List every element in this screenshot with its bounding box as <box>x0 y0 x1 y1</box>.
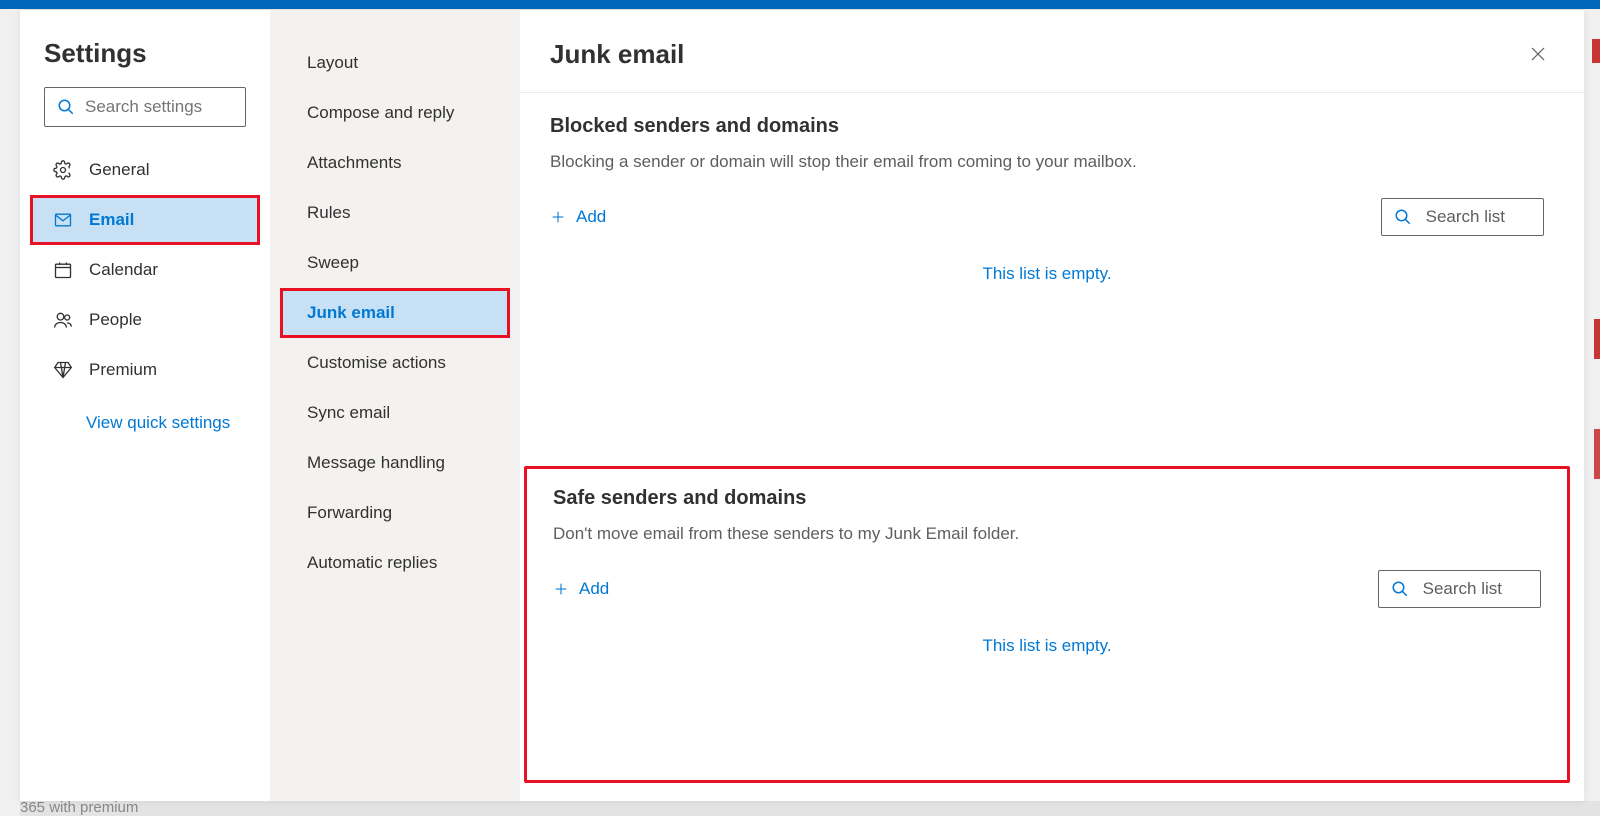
safe-senders-section: Safe senders and domains Don't move emai… <box>524 466 1570 783</box>
gear-icon <box>53 160 73 180</box>
people-icon <box>53 310 73 330</box>
blocked-heading: Blocked senders and domains <box>550 115 1544 138</box>
sidebar-item-label: People <box>89 310 142 330</box>
sidebar-item-label: Email <box>89 210 134 230</box>
content-scroll-area[interactable]: Blocked senders and domains Blocking a s… <box>520 93 1584 801</box>
sidebar-item-premium[interactable]: Premium <box>30 345 260 395</box>
blocked-add-button[interactable]: Add <box>550 207 606 227</box>
mail-icon <box>53 210 73 230</box>
settings-content: Junk email Blocked senders and domains B… <box>520 10 1584 801</box>
safe-heading: Safe senders and domains <box>553 487 1541 510</box>
settings-subnav: Layout Compose and reply Attachments Rul… <box>270 10 520 801</box>
add-label: Add <box>576 207 606 227</box>
background-right-edge <box>1584 9 1600 801</box>
search-list-placeholder: Search list <box>1423 579 1502 599</box>
plus-icon <box>550 209 566 225</box>
search-icon <box>1391 580 1409 598</box>
subnav-item-junk-email[interactable]: Junk email <box>280 288 510 338</box>
search-list-placeholder: Search list <box>1426 207 1505 227</box>
blocked-list-area <box>550 312 1544 442</box>
content-title: Junk email <box>550 39 684 70</box>
sidebar-item-email[interactable]: Email <box>30 195 260 245</box>
close-icon <box>1529 45 1547 63</box>
safe-empty-message: This list is empty. <box>553 608 1541 684</box>
content-header: Junk email <box>520 10 1584 93</box>
plus-icon <box>553 581 569 597</box>
sidebar-item-people[interactable]: People <box>30 295 260 345</box>
sidebar-item-label: Premium <box>89 360 157 380</box>
settings-title: Settings <box>30 30 260 87</box>
search-icon <box>57 98 75 116</box>
sidebar-item-calendar[interactable]: Calendar <box>30 245 260 295</box>
sidebar-item-general[interactable]: General <box>30 145 260 195</box>
blocked-empty-message: This list is empty. <box>550 236 1544 312</box>
add-label: Add <box>579 579 609 599</box>
calendar-icon <box>53 260 73 280</box>
subnav-item-message-handling[interactable]: Message handling <box>280 438 510 488</box>
settings-dialog: Settings General Email Calendar People <box>20 9 1584 801</box>
subnav-item-customise-actions[interactable]: Customise actions <box>280 338 510 388</box>
subnav-item-layout[interactable]: Layout <box>280 38 510 88</box>
safe-search-list[interactable]: Search list <box>1378 570 1541 608</box>
blocked-senders-section: Blocked senders and domains Blocking a s… <box>520 93 1574 462</box>
search-icon <box>1394 208 1412 226</box>
subnav-item-rules[interactable]: Rules <box>280 188 510 238</box>
background-promo-text: 365 with premium <box>20 799 138 816</box>
close-button[interactable] <box>1522 38 1554 70</box>
settings-sidebar: Settings General Email Calendar People <box>20 10 270 801</box>
background-left-rail <box>0 0 20 816</box>
app-titlebar <box>0 0 1600 9</box>
sidebar-item-label: General <box>89 160 149 180</box>
blocked-description: Blocking a sender or domain will stop th… <box>550 152 1544 172</box>
subnav-item-sweep[interactable]: Sweep <box>280 238 510 288</box>
subnav-item-compose[interactable]: Compose and reply <box>280 88 510 138</box>
subnav-item-sync-email[interactable]: Sync email <box>280 388 510 438</box>
safe-description: Don't move email from these senders to m… <box>553 524 1541 544</box>
subnav-item-attachments[interactable]: Attachments <box>280 138 510 188</box>
view-quick-settings-link[interactable]: View quick settings <box>30 395 260 445</box>
safe-add-button[interactable]: Add <box>553 579 609 599</box>
blocked-search-list[interactable]: Search list <box>1381 198 1544 236</box>
subnav-item-automatic-replies[interactable]: Automatic replies <box>280 538 510 588</box>
sidebar-item-label: Calendar <box>89 260 158 280</box>
settings-search[interactable] <box>44 87 246 127</box>
diamond-icon <box>53 360 73 380</box>
subnav-item-forwarding[interactable]: Forwarding <box>280 488 510 538</box>
